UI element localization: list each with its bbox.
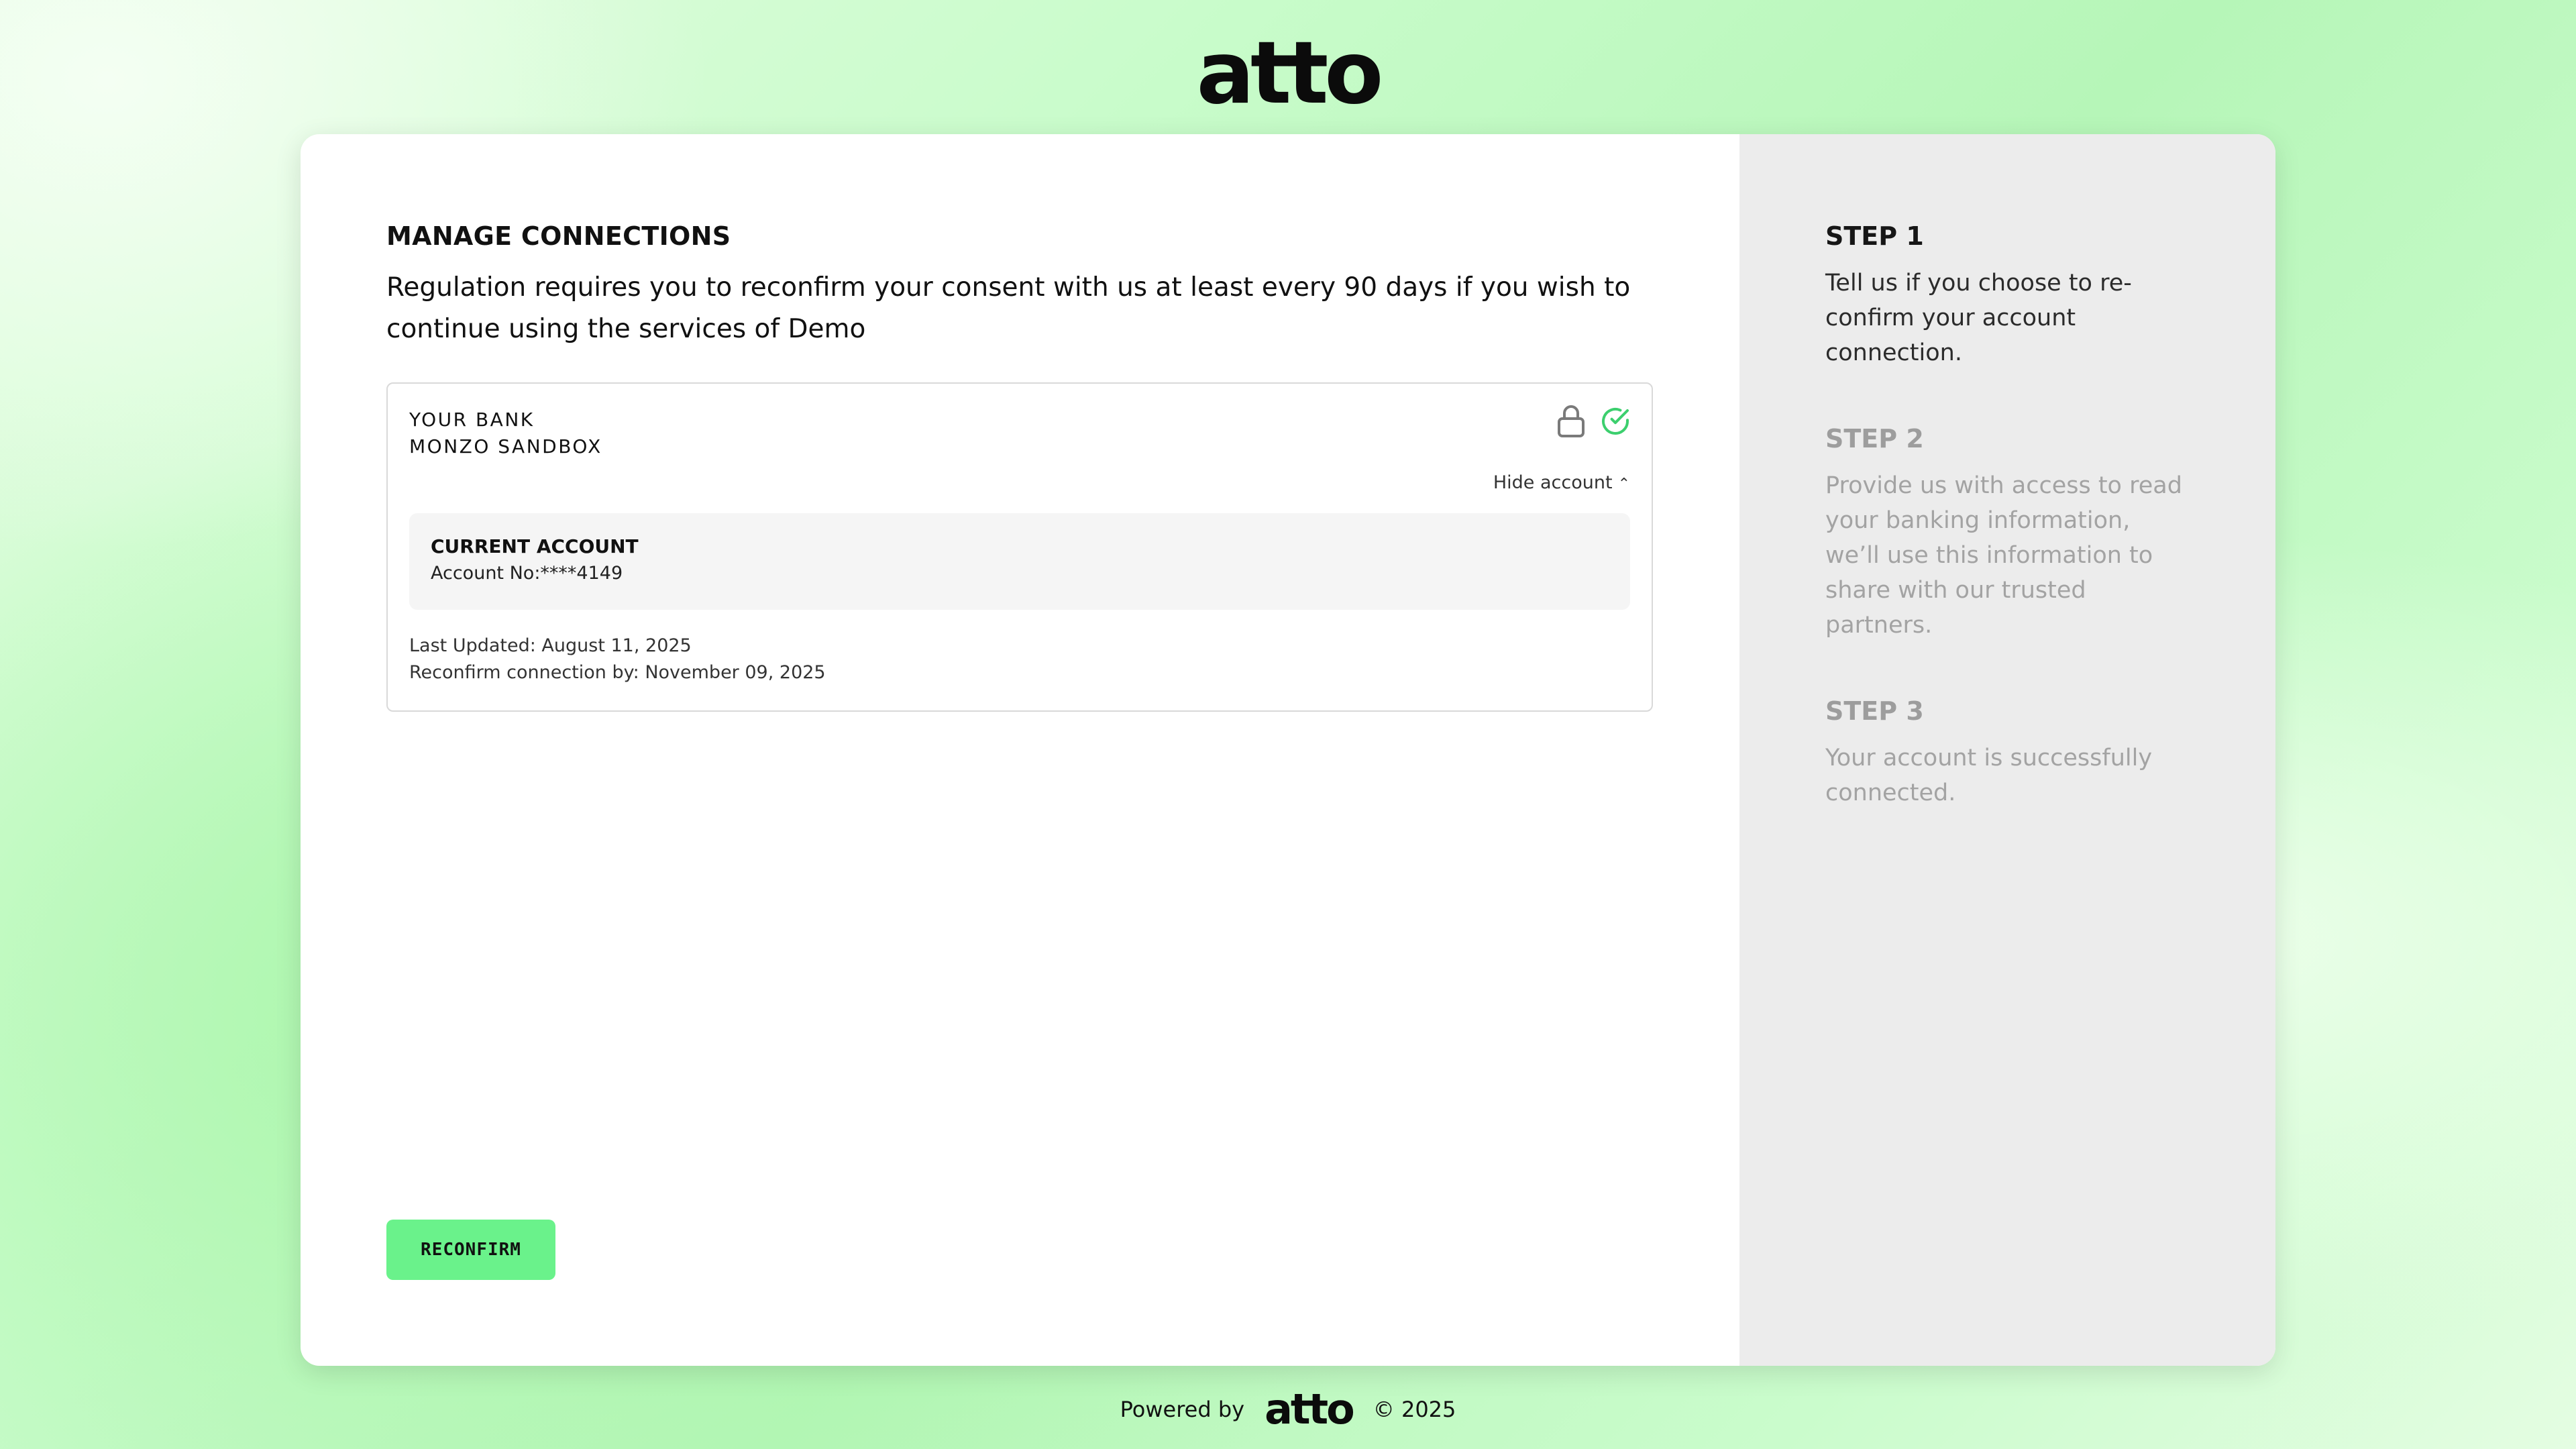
footer: Powered by atto © 2025 (0, 1389, 2576, 1430)
step-2: STEP 2 Provide us with access to read yo… (1825, 424, 2195, 643)
steps-panel: STEP 1 Tell us if you choose to re-confi… (1739, 134, 2275, 1366)
bank-status-icons (1556, 404, 1631, 441)
hide-account-label: Hide account (1493, 472, 1613, 493)
step-text: Your account is successfully connected. (1825, 745, 2153, 806)
account-type: CURRENT ACCOUNT (431, 535, 639, 557)
account-item: CURRENT ACCOUNT Account No:****4149 (409, 513, 1630, 610)
bank-connection-box: YOUR BANK MONZO SANDBOX Hide account ⌃ C… (386, 382, 1653, 712)
bank-label: YOUR BANK (409, 409, 535, 431)
check-circle-icon (1599, 405, 1631, 440)
bank-name: MONZO SANDBOX (409, 435, 602, 458)
powered-by-label: Powered by (1120, 1397, 1245, 1422)
reconfirm-by-date: Reconfirm connection by: November 09, 20… (409, 662, 826, 683)
page-title: MANAGE CONNECTIONS (386, 221, 731, 251)
main-panel: MANAGE CONNECTIONS Regulation requires y… (301, 134, 1739, 1366)
connection-dates: Last Updated: August 11, 2025 Reconfirm … (409, 633, 1630, 686)
step-title: STEP 2 (1825, 424, 1924, 453)
atto-logo: atto (1196, 23, 1384, 123)
hide-account-toggle[interactable]: Hide account ⌃ (409, 472, 1630, 493)
step-title: STEP 1 (1825, 221, 1924, 251)
step-3: STEP 3 Your account is successfully conn… (1825, 696, 2195, 810)
lock-icon (1556, 404, 1586, 441)
chevron-up-icon: ⌃ (1617, 476, 1630, 492)
account-number: Account No:****4149 (431, 563, 623, 584)
reconfirm-button[interactable]: RECONFIRM (386, 1220, 555, 1280)
manage-connections-card: MANAGE CONNECTIONS Regulation requires y… (301, 134, 2275, 1366)
footer-atto-logo: atto (1265, 1385, 1355, 1434)
copyright: © 2025 (1373, 1397, 1456, 1422)
step-1: STEP 1 Tell us if you choose to re-confi… (1825, 221, 2195, 370)
step-title: STEP 3 (1825, 696, 1924, 726)
step-text: Provide us with access to read your bank… (1825, 472, 2182, 639)
step-text: Tell us if you choose to re-confirm your… (1825, 270, 2132, 366)
intro-text: Regulation requires you to reconfirm you… (386, 272, 1631, 344)
last-updated: Last Updated: August 11, 2025 (409, 635, 692, 656)
